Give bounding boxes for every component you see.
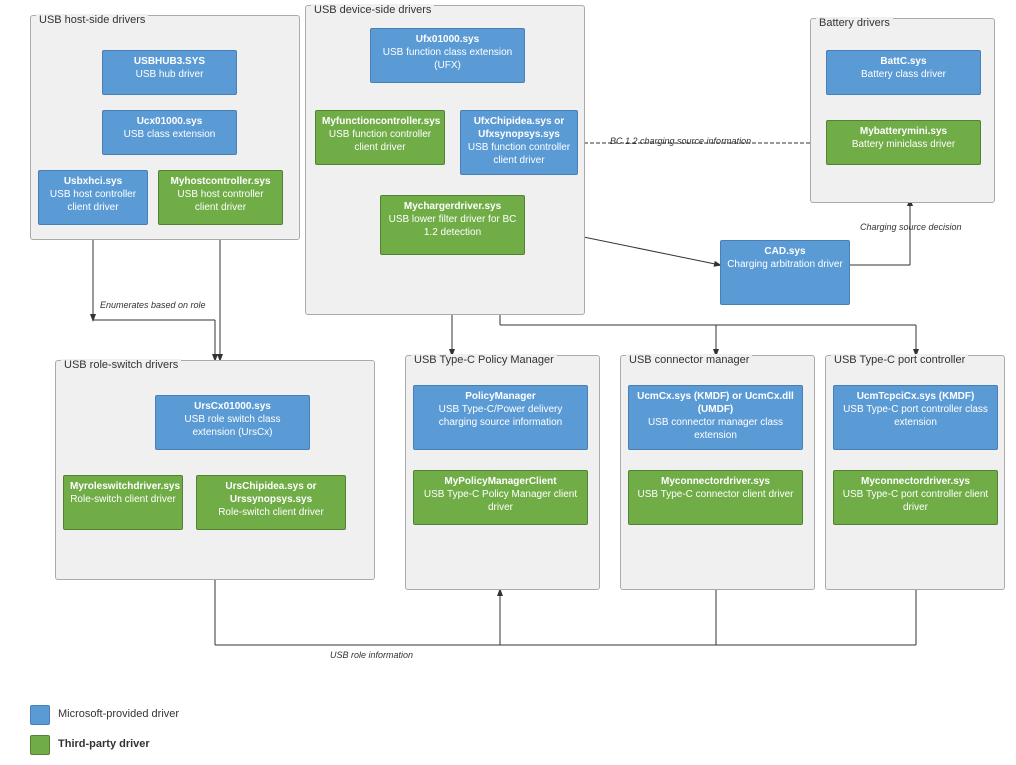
box-battc: BattC.sys Battery class driver: [826, 50, 981, 95]
urscx01000-title: UrsCx01000.sys: [162, 400, 303, 413]
annotation-usb-role: USB role information: [330, 650, 413, 660]
legend-thirdparty-box: [30, 735, 50, 755]
group-connector-label: USB connector manager: [626, 354, 752, 366]
legend-thirdparty-label: Third-party driver: [58, 738, 150, 750]
mybatterymini-sub: Battery miniclass driver: [833, 138, 974, 151]
ufxchipidea-sub: USB function controller client driver: [467, 141, 571, 167]
cad-sub: Charging arbitration driver: [727, 258, 843, 271]
annotation-charging-source: Charging source decision: [860, 222, 962, 232]
ucx01000-sub: USB class extension: [109, 128, 230, 141]
ucmtcpci-sub: USB Type-C port controller class extensi…: [840, 403, 991, 429]
battc-sub: Battery class driver: [833, 68, 974, 81]
urschipidea-sub: Role-switch client driver: [203, 506, 339, 519]
legend-microsoft-label: Microsoft-provided driver: [58, 708, 179, 720]
box-mypolicymanagerclient: MyPolicyManagerClient USB Type-C Policy …: [413, 470, 588, 525]
battc-title: BattC.sys: [833, 55, 974, 68]
box-policymanager: PolicyManager USB Type-C/Power delivery …: [413, 385, 588, 450]
group-policy-label: USB Type-C Policy Manager: [411, 354, 557, 366]
annotation-bc12: BC 1.2 charging source information: [610, 136, 751, 146]
box-ucmtcpci: UcmTcpciCx.sys (KMDF) USB Type-C port co…: [833, 385, 998, 450]
box-cad: CAD.sys Charging arbitration driver: [720, 240, 850, 305]
mypolicymanagerclient-sub: USB Type-C Policy Manager client driver: [420, 488, 581, 514]
policymanager-sub: USB Type-C/Power delivery charging sourc…: [420, 403, 581, 429]
box-myconnectordriver2: Myconnectordriver.sys USB Type-C port co…: [833, 470, 998, 525]
box-myconnectordriver: Myconnectordriver.sys USB Type-C connect…: [628, 470, 803, 525]
ucmtcpci-title: UcmTcpciCx.sys (KMDF): [840, 390, 991, 403]
myfunctioncontroller-sub: USB function controller client driver: [322, 128, 438, 154]
mychargerdriver-title: Mychargerdriver.sys: [387, 200, 518, 213]
myconnectordriver2-title: Myconnectordriver.sys: [840, 475, 991, 488]
box-myhostcontroller: Myhostcontroller.sys USB host controller…: [158, 170, 283, 225]
myroleswitchdriver-title: Myroleswitchdriver.sys: [70, 480, 176, 493]
box-myroleswitchdriver: Myroleswitchdriver.sys Role-switch clien…: [63, 475, 183, 530]
usbxhci-title: Usbxhci.sys: [45, 175, 141, 188]
ufxchipidea-title: UfxChipidea.sys or Ufxsynopsys.sys: [467, 115, 571, 141]
box-mybatterymini: Mybatterymini.sys Battery miniclass driv…: [826, 120, 981, 165]
myhostcontroller-title: Myhostcontroller.sys: [165, 175, 276, 188]
box-urschipidea: UrsChipidea.sys or Urssynopsys.sys Role-…: [196, 475, 346, 530]
diagram: USB host-side drivers USB device-side dr…: [0, 0, 1016, 765]
group-battery-label: Battery drivers: [816, 17, 893, 29]
ucmcx-title: UcmCx.sys (KMDF) or UcmCx.dll (UMDF): [635, 390, 796, 416]
myfunctioncontroller-title: Myfunctioncontroller.sys: [322, 115, 438, 128]
box-ucmcx: UcmCx.sys (KMDF) or UcmCx.dll (UMDF) USB…: [628, 385, 803, 450]
myconnectordriver2-sub: USB Type-C port controller client driver: [840, 488, 991, 514]
group-role-switch: USB role-switch drivers: [55, 360, 375, 580]
ucmcx-sub: USB connector manager class extension: [635, 416, 796, 442]
urscx01000-sub: USB role switch class extension (UrsCx): [162, 413, 303, 439]
box-ufx01000: Ufx01000.sys USB function class extensio…: [370, 28, 525, 83]
group-device-label: USB device-side drivers: [311, 4, 434, 16]
usbxhci-sub: USB host controller client driver: [45, 188, 141, 214]
mybatterymini-title: Mybatterymini.sys: [833, 125, 974, 138]
myhostcontroller-sub: USB host controller client driver: [165, 188, 276, 214]
ucx01000-title: Ucx01000.sys: [109, 115, 230, 128]
annotation-enumerates: Enumerates based on role: [100, 300, 206, 310]
mychargerdriver-sub: USB lower filter driver for BC 1.2 detec…: [387, 213, 518, 239]
group-port-label: USB Type-C port controller: [831, 354, 968, 366]
group-role-label: USB role-switch drivers: [61, 359, 181, 371]
usbhub3-title: USBHUB3.SYS: [109, 55, 230, 68]
myconnectordriver-title: Myconnectordriver.sys: [635, 475, 796, 488]
ufx01000-sub: USB function class extension (UFX): [377, 46, 518, 72]
cad-title: CAD.sys: [727, 245, 843, 258]
usbhub3-sub: USB hub driver: [109, 68, 230, 81]
group-host-label: USB host-side drivers: [36, 14, 148, 26]
myroleswitchdriver-sub: Role-switch client driver: [70, 493, 176, 506]
ufx01000-title: Ufx01000.sys: [377, 33, 518, 46]
box-usbxhci: Usbxhci.sys USB host controller client d…: [38, 170, 148, 225]
mypolicymanagerclient-title: MyPolicyManagerClient: [420, 475, 581, 488]
box-usbhub3: USBHUB3.SYS USB hub driver: [102, 50, 237, 95]
box-urscx01000: UrsCx01000.sys USB role switch class ext…: [155, 395, 310, 450]
myconnectordriver-sub: USB Type-C connector client driver: [635, 488, 796, 501]
legend-microsoft-box: [30, 705, 50, 725]
group-battery-drivers: Battery drivers: [810, 18, 995, 203]
box-ucx01000: Ucx01000.sys USB class extension: [102, 110, 237, 155]
urschipidea-title: UrsChipidea.sys or Urssynopsys.sys: [203, 480, 339, 506]
box-ufxchipidea: UfxChipidea.sys or Ufxsynopsys.sys USB f…: [460, 110, 578, 175]
policymanager-title: PolicyManager: [420, 390, 581, 403]
box-mychargerdriver: Mychargerdriver.sys USB lower filter dri…: [380, 195, 525, 255]
box-myfunctioncontroller: Myfunctioncontroller.sys USB function co…: [315, 110, 445, 165]
